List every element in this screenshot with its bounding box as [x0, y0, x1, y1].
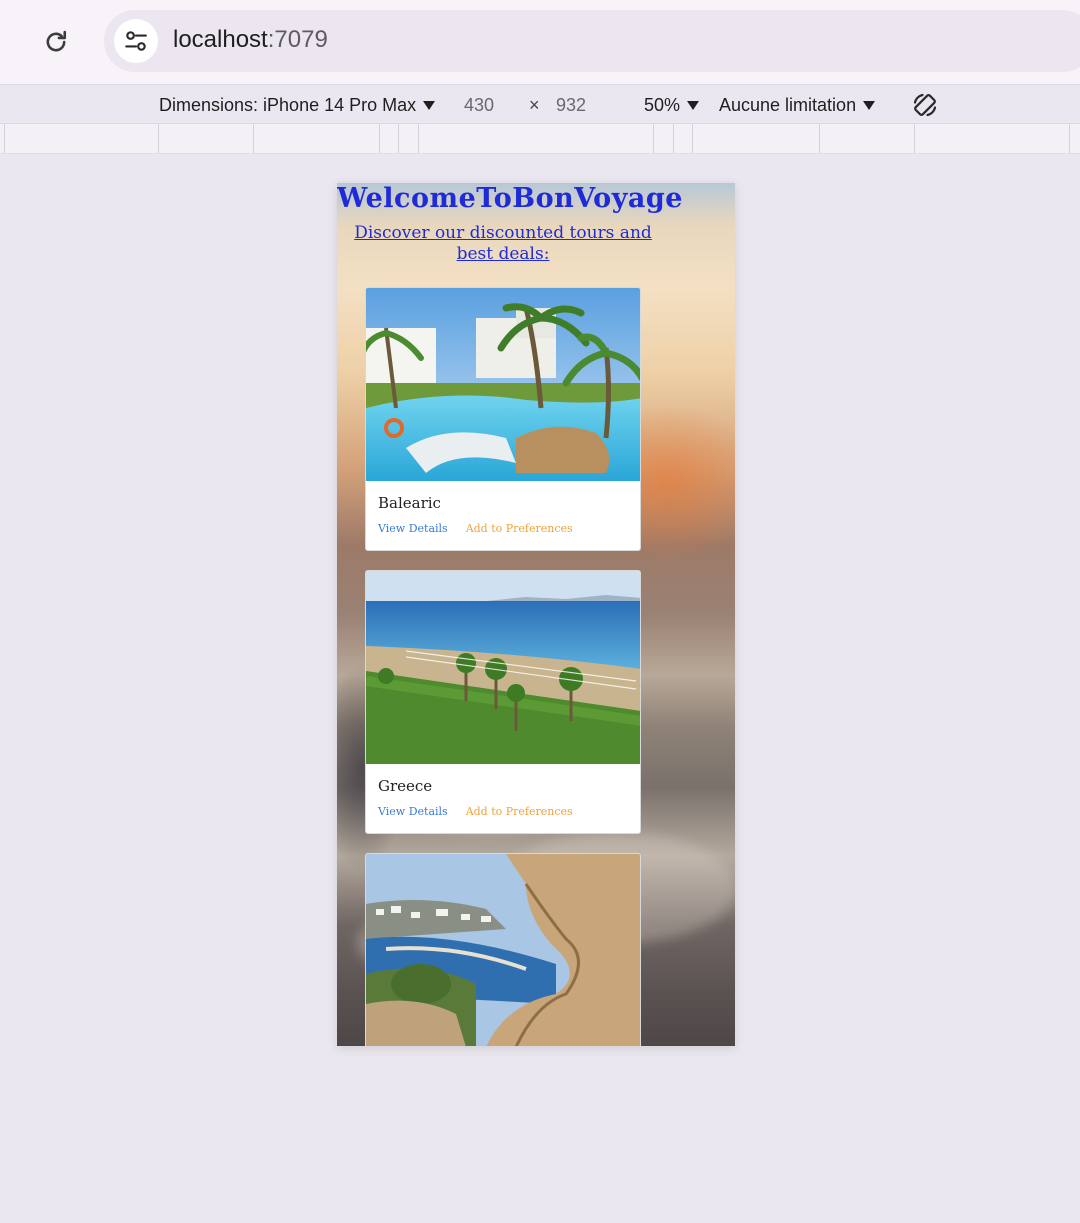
tour-image-crete[interactable]: [366, 854, 640, 1046]
view-details-link[interactable]: View Details: [378, 522, 448, 535]
add-to-preferences-link[interactable]: Add to Preferences: [466, 522, 573, 535]
device-viewport: WelcomeToBonVoyage Discover our discount…: [337, 183, 735, 1046]
tour-image-balearic[interactable]: [366, 288, 640, 481]
add-to-preferences-link[interactable]: Add to Preferences: [466, 805, 573, 818]
caret-down-icon: [687, 101, 700, 110]
tour-image-greece[interactable]: [366, 571, 640, 764]
url-text[interactable]: localhost:7079: [173, 26, 328, 54]
device-toolbar: Dimensions: iPhone 14 Pro Max 430 × 932 …: [0, 84, 1080, 124]
device-dimensions-label: Dimensions: iPhone 14 Pro Max: [159, 95, 417, 115]
media-query-ruler[interactable]: [0, 124, 1080, 154]
url-host: localhost: [173, 26, 268, 53]
address-bar[interactable]: localhost:7079: [104, 10, 1080, 72]
device-dimensions-dropdown[interactable]: Dimensions: iPhone 14 Pro Max: [159, 95, 436, 116]
tour-card: Balearic View Details Add to Preferences: [365, 287, 641, 551]
caret-down-icon: [863, 101, 876, 110]
tune-icon: [125, 31, 147, 51]
page-subtitle-link[interactable]: Discover our discounted tours and best d…: [353, 223, 653, 265]
page-title: WelcomeToBonVoyage: [337, 183, 683, 214]
browser-toolbar: localhost:7079: [0, 0, 1080, 84]
zoom-label: 50%: [644, 95, 681, 115]
site-info-button[interactable]: [114, 19, 158, 63]
tour-name: Greece: [378, 777, 433, 795]
device-width-input[interactable]: 430: [464, 95, 494, 116]
throttle-dropdown[interactable]: Aucune limitation: [719, 95, 876, 116]
tour-actions: View Details Add to Preferences: [378, 522, 573, 535]
tour-actions: View Details Add to Preferences: [378, 805, 573, 818]
rotate-icon: [913, 93, 937, 117]
view-details-link[interactable]: View Details: [378, 805, 448, 818]
tour-name: Balearic: [378, 494, 441, 512]
tour-card: [365, 853, 641, 1046]
tour-card: Greece View Details Add to Preferences: [365, 570, 641, 834]
reload-icon: [46, 30, 67, 52]
zoom-dropdown[interactable]: 50%: [644, 95, 700, 116]
caret-down-icon: [423, 101, 436, 110]
rotate-button[interactable]: [908, 89, 942, 121]
device-height-input[interactable]: 932: [556, 95, 586, 116]
throttle-label: Aucune limitation: [719, 95, 857, 115]
url-port: :7079: [267, 26, 328, 53]
reload-button[interactable]: [36, 22, 76, 62]
dimension-separator: ×: [529, 95, 540, 115]
